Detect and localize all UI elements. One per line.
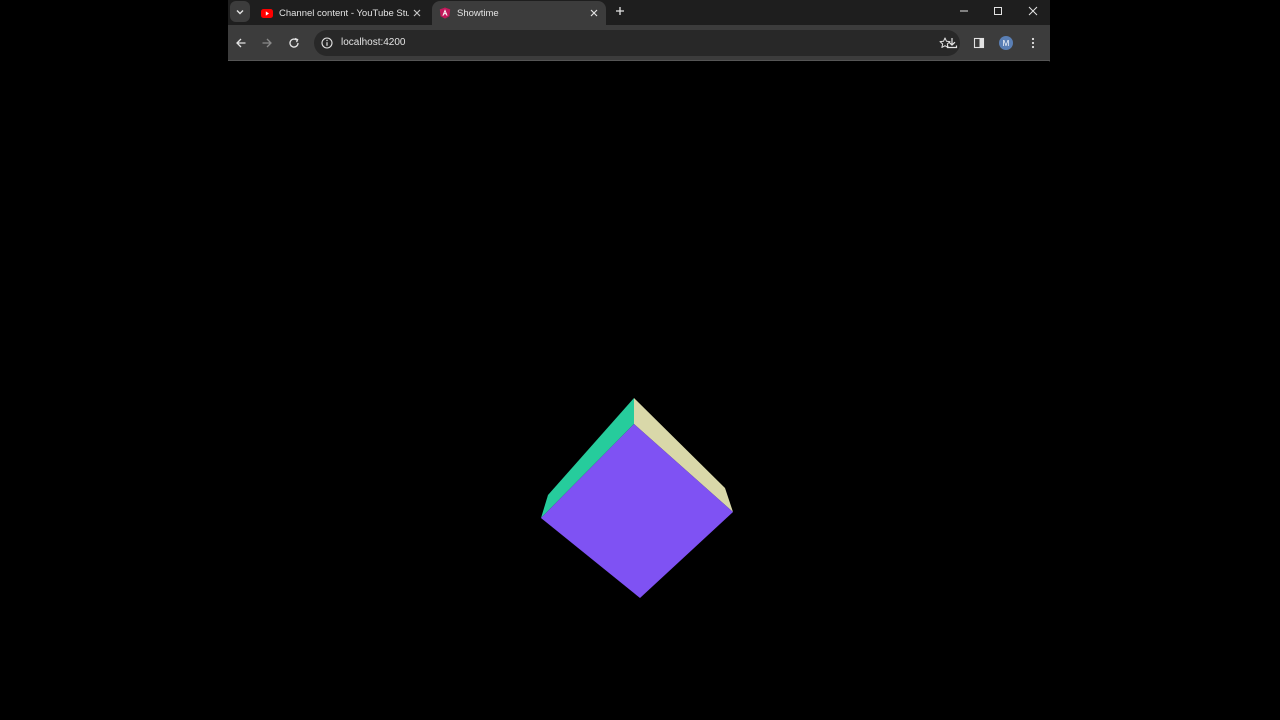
tab-title: Showtime [457,7,499,19]
close-icon[interactable] [586,5,602,21]
page-canvas[interactable] [228,62,1050,720]
menu-button[interactable] [1022,32,1044,54]
download-icon [946,38,958,49]
maximize-icon [993,7,1002,15]
back-button[interactable] [230,32,252,54]
browser-toolbar: localhost:4200 M [228,25,1050,61]
close-icon[interactable] [409,5,425,21]
reload-button[interactable] [283,32,305,54]
chevron-down-icon [236,9,244,14]
arrow-left-icon [236,38,246,48]
browser-window: Channel content - YouTube Studio Showtim… [228,0,1050,720]
address-bar[interactable]: localhost:4200 [314,30,960,56]
maximize-button[interactable] [980,0,1015,22]
avatar: M [999,36,1013,50]
more-vert-icon [1031,37,1035,49]
profile-button[interactable]: M [995,32,1017,54]
address-url[interactable]: localhost:4200 [341,37,406,48]
minimize-button[interactable] [946,0,981,22]
tab-showtime[interactable]: Showtime [432,1,606,25]
youtube-icon [261,7,273,19]
angular-icon [439,7,451,19]
close-icon [1028,6,1037,16]
site-info-icon[interactable] [319,35,335,51]
plus-icon [616,7,624,15]
arrow-right-icon [262,38,272,48]
tab-youtube-studio[interactable]: Channel content - YouTube Studio [254,1,429,25]
new-tab-button[interactable] [612,3,628,19]
cube-scene [541,398,733,598]
tab-search-button[interactable] [230,1,250,22]
downloads-button[interactable] [941,32,963,54]
close-window-button[interactable] [1015,0,1050,22]
tab-strip: Channel content - YouTube Studio Showtim… [228,0,1050,25]
forward-button[interactable] [256,32,278,54]
reload-icon [289,37,299,48]
side-panel-icon [973,37,985,49]
side-panel-button[interactable] [968,32,990,54]
cube-face-front [541,424,733,598]
tab-title: Channel content - YouTube Studio [279,7,409,19]
minimize-icon [959,10,968,12]
